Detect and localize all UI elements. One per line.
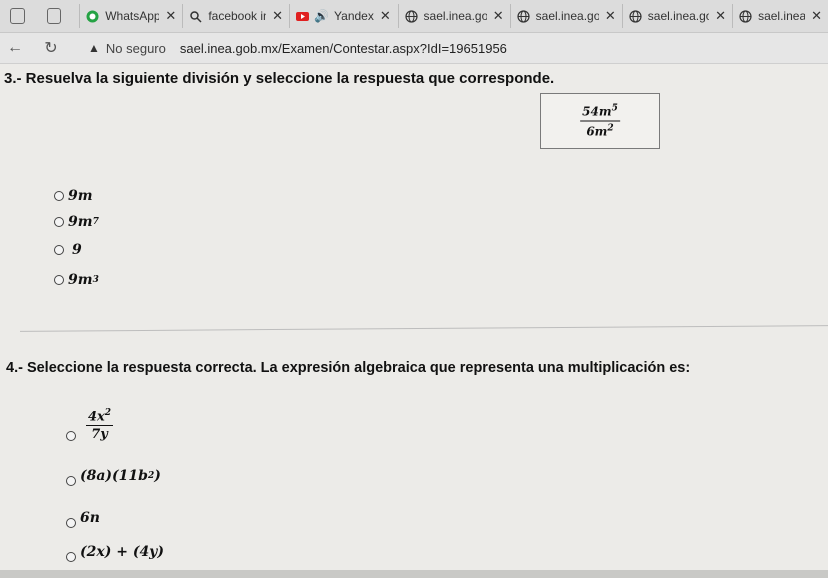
fraction-numerator: 54m5: [580, 104, 620, 122]
option-exponent: 3: [92, 275, 99, 285]
warning-icon[interactable]: ▲: [88, 41, 100, 55]
whatsapp-icon: [86, 10, 99, 23]
globe-icon: [404, 9, 418, 23]
globe-icon: [739, 9, 752, 23]
q4-option-2[interactable]: (8a)(11b 2): [66, 466, 161, 486]
close-icon[interactable]: ✕: [165, 8, 176, 24]
globe-icon: [517, 9, 530, 23]
option-label: (8a)(11b: [80, 468, 148, 484]
option-label: 9: [72, 242, 82, 258]
radio-button[interactable]: [54, 217, 64, 227]
tab-title: facebook in: [208, 9, 267, 23]
q4-option-4[interactable]: (2x) + (4y): [66, 542, 164, 562]
question-3-prompt: 3.- Resuelva la siguiente división y sel…: [4, 70, 555, 87]
tab-title: sael.inea.go: [423, 9, 487, 23]
security-label[interactable]: No seguro: [106, 41, 166, 56]
option-label: 9m: [68, 214, 93, 230]
division-expression-box: 54m5 6m2: [540, 93, 660, 149]
search-icon: [189, 10, 202, 23]
q4-option-3[interactable]: 6n: [66, 508, 100, 528]
tab-whatsapp[interactable]: WhatsApp ✕: [79, 4, 182, 28]
question-divider: [20, 325, 828, 332]
tab-sael-2[interactable]: sael.inea.go ✕: [509, 4, 622, 28]
close-icon[interactable]: ✕: [272, 8, 283, 24]
tab-title: sael.inea.go: [647, 9, 710, 23]
close-icon[interactable]: ✕: [811, 8, 822, 24]
tab-title: WhatsApp: [105, 9, 160, 23]
close-icon[interactable]: ✕: [605, 8, 616, 24]
back-arrow-icon[interactable]: ←: [2, 39, 28, 57]
q4-option-1[interactable]: 4x2 7y: [66, 408, 114, 443]
fraction-numerator: 4x2: [86, 408, 114, 427]
close-icon[interactable]: ✕: [380, 8, 391, 24]
radio-button[interactable]: [66, 476, 76, 486]
q3-option-3[interactable]: 9: [54, 242, 82, 258]
close-icon[interactable]: ✕: [493, 8, 504, 24]
tab-actions-icon[interactable]: [46, 8, 62, 24]
tab-sael-4[interactable]: sael.inea.go ✕: [732, 4, 828, 28]
q3-option-2[interactable]: 9m 7: [54, 214, 99, 230]
tab-title: sael.inea.go: [535, 9, 599, 23]
option-exponent: 7: [92, 217, 99, 227]
option-fraction: 4x2 7y: [86, 408, 114, 443]
page-bottom-edge: [0, 570, 828, 578]
radio-button[interactable]: [66, 431, 76, 442]
tab-sael-1[interactable]: sael.inea.go ✕: [397, 4, 510, 28]
address-bar-row: ← ↻ ▲ No seguro sael.inea.gob.mx/Examen/…: [0, 33, 828, 64]
tab-facebook[interactable]: facebook in ✕: [182, 4, 289, 28]
radio-button[interactable]: [54, 275, 64, 285]
fraction-denominator: 6m2: [586, 123, 614, 139]
tab-bar: WhatsApp ✕ facebook in ✕ 🔊 Yandex ✕ sael…: [0, 0, 828, 33]
globe-icon: [629, 9, 642, 23]
url-field[interactable]: sael.inea.gob.mx/Examen/Contestar.aspx?I…: [180, 41, 507, 56]
radio-button[interactable]: [66, 518, 76, 528]
tab-yandex[interactable]: 🔊 Yandex ✕: [289, 4, 398, 28]
exam-page: 3.- Resuelva la siguiente división y sel…: [0, 64, 828, 578]
option-label: 9m: [68, 188, 93, 204]
q3-option-4[interactable]: 9m 3: [54, 272, 99, 288]
video-icon: [296, 10, 310, 23]
speaker-icon[interactable]: 🔊: [314, 9, 329, 23]
option-suffix: ): [154, 468, 161, 484]
question-4-prompt: 4.- Seleccione la respuesta correcta. La…: [6, 360, 691, 376]
tab-title: sael.inea.go: [758, 9, 806, 23]
radio-button[interactable]: [66, 552, 76, 562]
option-label: 6n: [80, 510, 100, 526]
fraction-denominator: 7y: [91, 427, 108, 443]
close-icon[interactable]: ✕: [715, 8, 726, 24]
option-label: 9m: [68, 272, 93, 288]
tab-title: Yandex: [334, 9, 374, 23]
window-menu-icon[interactable]: [10, 8, 25, 24]
reload-icon[interactable]: ↻: [38, 38, 64, 58]
radio-button[interactable]: [54, 245, 64, 255]
q3-option-1[interactable]: 9m: [54, 188, 93, 204]
division-fraction: 54m5 6m2: [580, 104, 620, 139]
tab-sael-3[interactable]: sael.inea.go ✕: [621, 4, 732, 28]
option-label: (2x) + (4y): [80, 544, 164, 560]
radio-button[interactable]: [54, 191, 64, 201]
